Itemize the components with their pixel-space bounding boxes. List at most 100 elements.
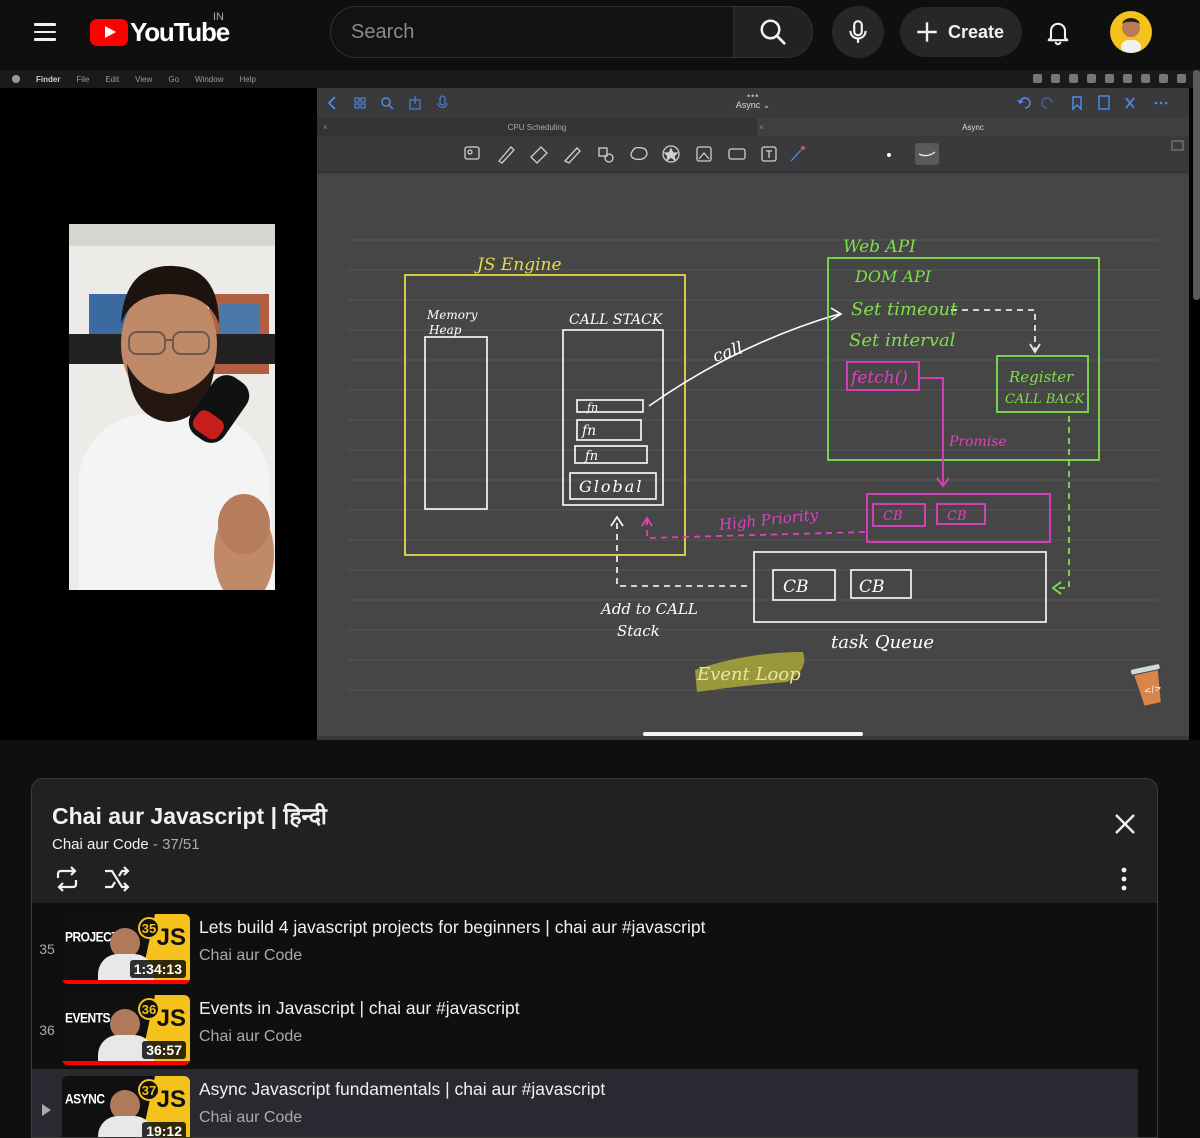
page-scrollbar[interactable] <box>1193 70 1200 300</box>
web-api-box <box>827 257 1100 461</box>
status-icon <box>1105 74 1114 83</box>
mac-menu-bar: Finder File Edit View Go Window Help <box>0 70 1200 88</box>
video-title[interactable]: Events in Javascript | chai aur #javascr… <box>199 998 520 1019</box>
microtask-item-label: CB <box>883 509 903 524</box>
search-button[interactable] <box>733 6 813 58</box>
stack-frame-fn: fn <box>584 449 598 464</box>
playlist-channel[interactable]: Chai aur Code <box>52 836 149 853</box>
voice-search-button[interactable] <box>832 6 884 58</box>
apple-icon <box>12 75 20 83</box>
item-index: 35 <box>39 941 55 957</box>
webcam-overlay <box>69 224 275 590</box>
pen-tool-icons[interactable] <box>457 142 957 166</box>
video-thumbnail[interactable]: PROJECTS 35 JS 1:34:13 <box>62 914 190 984</box>
duration-badge: 19:12 <box>142 1122 186 1137</box>
duration-badge: 36:57 <box>142 1041 186 1059</box>
playlist-item[interactable]: 35 PROJECTS 35 JS 1:34:13 Lets build 4 j… <box>32 907 1138 988</box>
status-icon <box>1141 74 1150 83</box>
duration-badge: 1:34:13 <box>129 960 186 978</box>
tab-async[interactable]: × Async <box>757 118 1189 136</box>
promise-arrow <box>919 377 944 484</box>
thumb-label: ASYNC <box>65 1090 105 1108</box>
playlist-item[interactable]: 36 EVENTS 36 JS 36:57 Events in Javascri… <box>32 988 1138 1069</box>
playlist-items: 35 PROJECTS 35 JS 1:34:13 Lets build 4 j… <box>32 903 1157 1137</box>
video-thumbnail[interactable]: EVENTS 36 JS 36:57 <box>62 995 190 1065</box>
search-box <box>330 6 734 58</box>
dom-api-label: DOM API <box>854 267 932 286</box>
bell-icon <box>1047 22 1069 46</box>
svg-text:Stack: Stack <box>617 622 660 640</box>
fetch-label: fetch() <box>849 368 908 388</box>
close-icon[interactable]: × <box>323 123 328 132</box>
mac-menu-go: Go <box>168 74 180 84</box>
item-index: 36 <box>39 1022 55 1038</box>
js-engine-label: JS Engine <box>474 255 562 275</box>
video-channel: Chai aur Code <box>199 1028 303 1045</box>
register-label: Register <box>1008 368 1074 386</box>
whiteboard-drawing: JS Engine Memory Heap CALL STACK fn fn f… <box>347 237 1163 708</box>
web-api-label: Web API <box>843 237 916 257</box>
video-title[interactable]: Lets build 4 javascript projects for beg… <box>199 917 705 938</box>
task-queue-label: task Queue <box>831 632 934 653</box>
wifi-icon <box>1123 74 1132 83</box>
video-channel: Chai aur Code <box>199 1109 303 1126</box>
call-label: call <box>710 338 745 366</box>
mac-menu-finder: Finder <box>36 74 61 84</box>
mac-menu-file: File <box>76 74 90 84</box>
js-badge: JS <box>156 1005 186 1032</box>
account-avatar[interactable] <box>1110 11 1152 53</box>
presenter-image <box>69 224 275 590</box>
video-title[interactable]: Async Javascript fundamentals | chai aur… <box>199 1079 605 1100</box>
close-icon[interactable] <box>1110 809 1140 839</box>
event-loop-label: Event Loop <box>696 664 801 685</box>
more-options-icon[interactable] <box>1114 865 1134 893</box>
status-icon <box>1051 74 1060 83</box>
mac-menu-view: View <box>135 74 153 84</box>
watched-progress <box>62 980 190 984</box>
cup-sticker-icon: </> <box>1129 663 1163 708</box>
playlist-position: 37/51 <box>162 836 200 853</box>
mac-status-icons <box>1033 74 1186 83</box>
masthead: YouTube IN Create <box>0 0 1200 64</box>
call-stack-label: CALL STACK <box>569 312 664 328</box>
guide-menu-button[interactable] <box>24 12 66 52</box>
js-badge: JS <box>156 1086 186 1113</box>
tab-cpu-scheduling[interactable]: × CPU Scheduling <box>317 118 757 136</box>
js-badge: JS <box>156 924 186 951</box>
playlist-panel: Chai aur Javascript | हिन्दी Chai aur Co… <box>31 778 1158 1138</box>
close-icon[interactable]: × <box>759 123 764 132</box>
add-to-call-stack-label: Add to CALL <box>599 600 698 618</box>
search-input[interactable] <box>351 7 721 57</box>
whiteboard-canvas[interactable]: JS Engine Memory Heap CALL STACK fn fn f… <box>317 174 1189 736</box>
memory-heap-box <box>424 336 488 510</box>
shuffle-icon[interactable] <box>102 864 132 894</box>
notifications-button[interactable] <box>1036 10 1080 54</box>
home-indicator <box>643 732 863 736</box>
notes-app-window: ••• Async ⌄ × CPU Scheduling × Async JS … <box>317 88 1189 740</box>
status-icon <box>1069 74 1078 83</box>
mac-menu-window: Window <box>195 74 224 84</box>
now-playing-icon <box>42 1104 51 1116</box>
drawing-tools <box>317 136 1189 172</box>
country-code: IN <box>213 11 224 23</box>
loop-icon[interactable] <box>52 864 82 894</box>
thumb-label: EVENTS <box>65 1009 111 1027</box>
notes-action-icons[interactable] <box>1016 94 1181 112</box>
hamburger-icon <box>34 23 56 26</box>
playlist-item-current[interactable]: ASYNC 37 JS 19:12 Async Javascript funda… <box>32 1069 1138 1137</box>
play-logo-icon <box>90 18 128 46</box>
status-icon <box>1033 74 1042 83</box>
video-thumbnail[interactable]: ASYNC 37 JS 19:12 <box>62 1076 190 1137</box>
mac-menu-help: Help <box>239 74 256 84</box>
microtask-item-label: CB <box>947 509 967 524</box>
create-button[interactable]: Create <box>900 7 1022 57</box>
youtube-logo[interactable]: YouTube <box>90 17 230 47</box>
promise-label: Promise <box>948 434 1007 450</box>
video-player[interactable]: Finder File Edit View Go Window Help •••… <box>0 70 1200 740</box>
playlist-title[interactable]: Chai aur Javascript | हिन्दी <box>52 799 327 831</box>
status-icon <box>1087 74 1096 83</box>
sidebar-toggle-icon[interactable] <box>1171 140 1185 152</box>
notes-toolbar: ••• Async ⌄ <box>317 88 1189 118</box>
memory-heap-label: Memory <box>426 308 478 322</box>
set-interval-label: Set interval <box>849 330 956 351</box>
